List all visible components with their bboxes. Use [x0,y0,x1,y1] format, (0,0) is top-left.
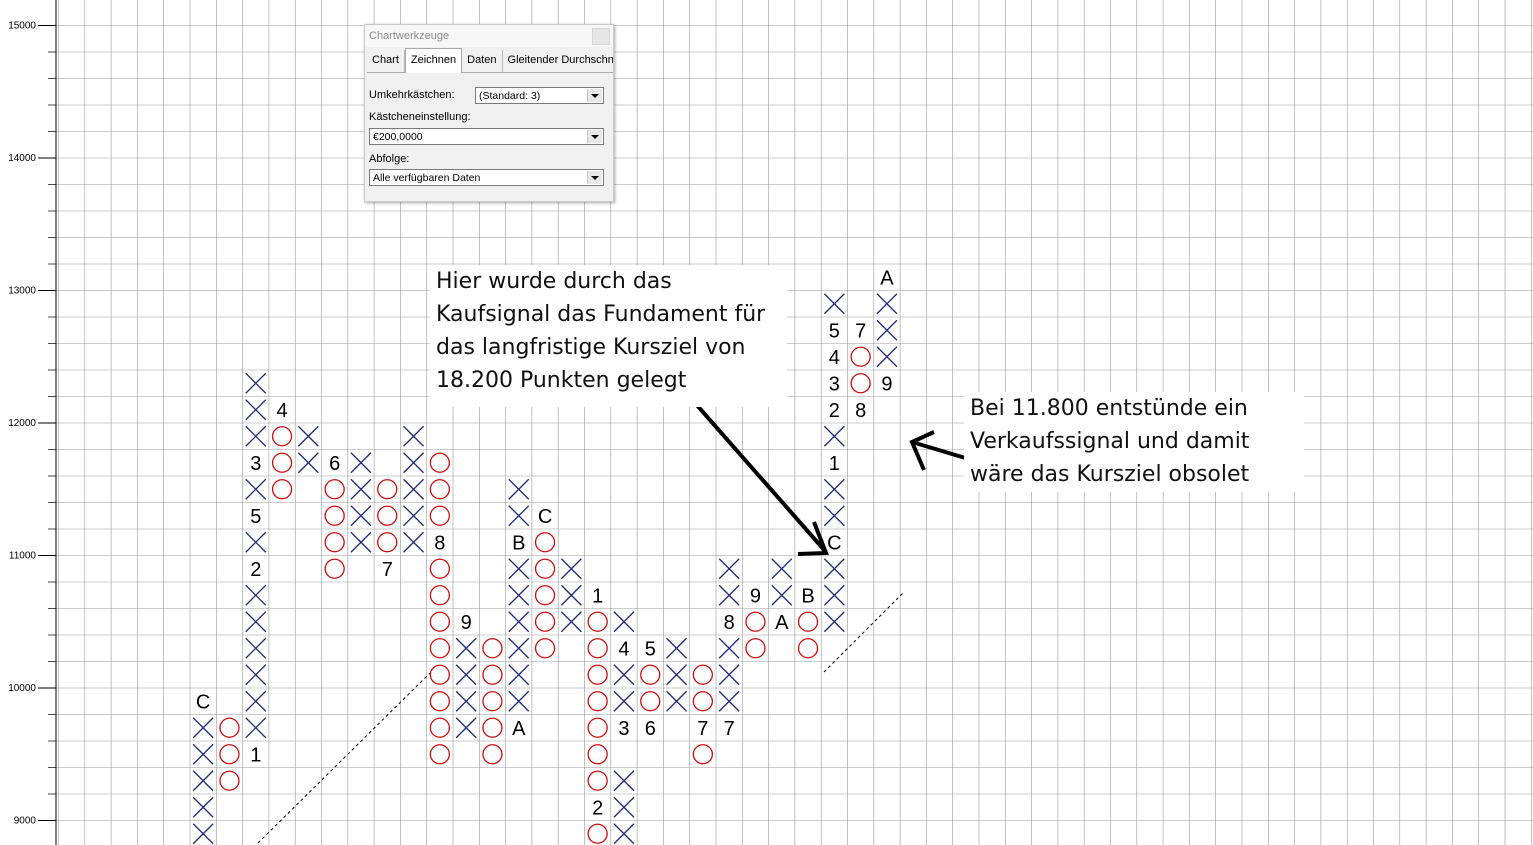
x-column-month-label: 4 [829,347,840,369]
tab-chart[interactable]: Chart [367,50,405,72]
o-column-month-label: C [538,506,552,528]
x-column-month-label: 2 [829,400,840,422]
o-column-month-label: 4 [276,400,287,422]
box-size-value: €200,0000 [373,131,423,143]
reversal-label: Umkehrkästchen: [369,89,455,101]
o-column-month-label: 7 [855,320,866,342]
x-column-month-label: C [827,532,841,554]
x-column-month-label: 1 [250,744,261,766]
o-column-month-label: 2 [592,797,603,819]
y-tick-label: 15000 [8,21,36,32]
x-column-month-label: 9 [881,373,892,395]
reversal-value: (Standard: 3) [479,90,541,102]
chevron-down-icon[interactable] [587,89,602,102]
y-tick-label: 9000 [14,816,37,827]
o-column-month-label: 7 [697,718,708,740]
x-column-month-label: A [512,718,526,740]
o-column-month-label: 7 [382,559,393,581]
o-column-month-label: 8 [434,532,445,554]
x-column-month-label: 3 [618,718,629,740]
y-tick-label: 12000 [8,418,36,429]
x-column-month-label: 1 [829,453,840,475]
x-column-month-label: B [512,532,525,554]
tab-moving-average[interactable]: Gleitender Durchschn [503,50,613,72]
o-column-month-label: B [801,585,814,607]
y-tick-label: 10000 [8,683,36,694]
y-tick-label: 13000 [8,286,36,297]
box-size-select[interactable]: €200,0000 [369,128,604,145]
close-button[interactable] [592,28,610,45]
tab-draw[interactable]: Zeichnen [404,48,463,73]
buy-signal-annotation: Hier wurde durch das Kaufsignal das Fund… [430,265,787,407]
x-column-month-label: 7 [724,718,735,740]
chevron-down-icon[interactable] [587,130,602,143]
o-column-month-label: 6 [329,453,340,475]
sequence-value: Alle verfügbaren Daten [373,172,481,184]
box-size-label: Kästcheneinstellung: [369,111,471,123]
chevron-down-icon[interactable] [587,171,602,184]
x-column-month-label: 8 [724,612,735,634]
tab-data[interactable]: Daten [462,50,503,72]
x-column-month-label: 9 [461,612,472,634]
o-column-month-label: 1 [592,585,603,607]
x-column-month-label: 3 [250,453,261,475]
x-column-month-label: 2 [250,559,261,581]
y-tick-label: 11000 [9,551,37,562]
dialog-title: Chartwerkzeuge [365,25,613,47]
dialog-tab-bar: Chart Zeichnen Daten Gleitender Durchsch… [367,48,613,73]
x-column-month-label: A [775,612,789,634]
sequence-select[interactable]: Alle verfügbaren Daten [369,169,604,186]
o-column-month-label: 5 [645,638,656,660]
y-tick-label: 14000 [8,153,36,164]
reversal-select[interactable]: (Standard: 3) [475,87,604,104]
x-column-month-label: C [196,691,210,713]
o-column-month-label: 9 [750,585,761,607]
x-column-month-label: 4 [618,638,629,660]
sequence-label: Abfolge: [369,153,410,165]
sell-signal-annotation: Bei 11.800 entstünde ein Verkaufssignal … [964,392,1304,492]
x-column-month-label: 3 [829,373,840,395]
o-column-month-label: 8 [855,400,866,422]
o-column-month-label: 6 [645,718,656,740]
x-column-month-label: 5 [250,506,261,528]
x-column-month-label: 5 [829,320,840,342]
x-column-month-label: A [880,267,894,289]
chart-tools-dialog[interactable]: Chartwerkzeuge Chart Zeichnen Daten Glei… [364,24,614,202]
